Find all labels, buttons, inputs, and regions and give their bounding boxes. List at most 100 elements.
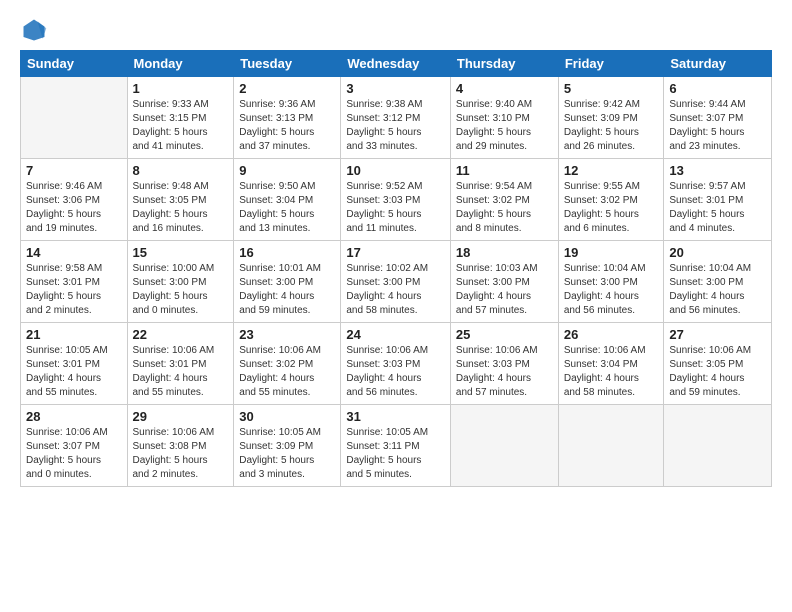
day-number: 27 xyxy=(669,327,766,342)
day-info: Sunrise: 9:52 AM Sunset: 3:03 PM Dayligh… xyxy=(346,180,445,236)
calendar-cell: 5 Sunrise: 9:42 AM Sunset: 3:09 PM Daylig… xyxy=(558,77,664,159)
day-number: 3 xyxy=(346,81,445,96)
day-number: 16 xyxy=(239,245,335,260)
logo-icon xyxy=(20,16,48,44)
calendar-cell xyxy=(664,405,772,487)
day-info: Sunrise: 10:05 AM Sunset: 3:01 PM Daylig… xyxy=(26,344,122,400)
calendar-cell: 12Sunrise: 9:55 AM Sunset: 3:02 PM Dayli… xyxy=(558,159,664,241)
calendar-cell xyxy=(558,405,664,487)
calendar-cell: 14Sunrise: 9:58 AM Sunset: 3:01 PM Dayli… xyxy=(21,241,128,323)
calendar-cell: 25Sunrise: 10:06 AM Sunset: 3:03 PM Dayl… xyxy=(450,323,558,405)
day-number: 8 xyxy=(133,163,229,178)
calendar-cell: 29 Sunrise: 10:06 AM Sunset: 3:08 PM Dayl… xyxy=(127,405,234,487)
day-info: Sunrise: 10:05 AM Sunset: 3:09 PM Daylig… xyxy=(239,426,335,482)
day-number: 25 xyxy=(456,327,553,342)
calendar-cell: 23 Sunrise: 10:06 AM Sunset: 3:02 PM Dayl… xyxy=(234,323,341,405)
calendar-header-thursday: Thursday xyxy=(450,51,558,77)
calendar-cell: 30 Sunrise: 10:05 AM Sunset: 3:09 PM Dayl… xyxy=(234,405,341,487)
calendar-cell: 26 Sunrise: 10:06 AM Sunset: 3:04 PM Dayl… xyxy=(558,323,664,405)
day-info: Sunrise: 9:54 AM Sunset: 3:02 PM Dayligh… xyxy=(456,180,553,236)
day-info: Sunrise: 9:42 AM Sunset: 3:09 PM Dayligh… xyxy=(564,98,659,154)
calendar-cell: 28Sunrise: 10:06 AM Sunset: 3:07 PM Dayl… xyxy=(21,405,128,487)
calendar-cell: 3 Sunrise: 9:38 AM Sunset: 3:12 PM Daylig… xyxy=(341,77,451,159)
day-info: Sunrise: 10:06 AM Sunset: 3:01 PM Daylig… xyxy=(133,344,229,400)
calendar-cell: 4Sunrise: 9:40 AM Sunset: 3:10 PM Daylig… xyxy=(450,77,558,159)
day-info: Sunrise: 9:58 AM Sunset: 3:01 PM Dayligh… xyxy=(26,262,122,318)
day-info: Sunrise: 10:03 AM Sunset: 3:00 PM Daylig… xyxy=(456,262,553,318)
logo xyxy=(20,16,52,44)
calendar-cell: 8 Sunrise: 9:48 AM Sunset: 3:05 PM Daylig… xyxy=(127,159,234,241)
calendar-cell: 15 Sunrise: 10:00 AM Sunset: 3:00 PM Dayl… xyxy=(127,241,234,323)
calendar-header-wednesday: Wednesday xyxy=(341,51,451,77)
calendar-header-tuesday: Tuesday xyxy=(234,51,341,77)
calendar-cell xyxy=(21,77,128,159)
calendar-cell: 13 Sunrise: 9:57 AM Sunset: 3:01 PM Dayli… xyxy=(664,159,772,241)
calendar-cell: 11 Sunrise: 9:54 AM Sunset: 3:02 PM Dayli… xyxy=(450,159,558,241)
calendar-cell: 21 Sunrise: 10:05 AM Sunset: 3:01 PM Dayl… xyxy=(21,323,128,405)
calendar-cell: 10 Sunrise: 9:52 AM Sunset: 3:03 PM Dayli… xyxy=(341,159,451,241)
day-number: 20 xyxy=(669,245,766,260)
day-number: 22 xyxy=(133,327,229,342)
calendar-cell: 17 Sunrise: 10:02 AM Sunset: 3:00 PM Dayl… xyxy=(341,241,451,323)
day-number: 4 xyxy=(456,81,553,96)
calendar-cell: 27Sunrise: 10:06 AM Sunset: 3:05 PM Dayl… xyxy=(664,323,772,405)
day-info: Sunrise: 10:05 AM Sunset: 3:11 PM Daylig… xyxy=(346,426,445,482)
calendar-cell: 18 Sunrise: 10:03 AM Sunset: 3:00 PM Dayl… xyxy=(450,241,558,323)
calendar-header-friday: Friday xyxy=(558,51,664,77)
day-info: Sunrise: 9:55 AM Sunset: 3:02 PM Dayligh… xyxy=(564,180,659,236)
day-number: 15 xyxy=(133,245,229,260)
calendar-cell: 20 Sunrise: 10:04 AM Sunset: 3:00 PM Dayl… xyxy=(664,241,772,323)
calendar-header-monday: Monday xyxy=(127,51,234,77)
calendar-header-saturday: Saturday xyxy=(664,51,772,77)
day-info: Sunrise: 10:06 AM Sunset: 3:02 PM Daylig… xyxy=(239,344,335,400)
calendar-cell: 24 Sunrise: 10:06 AM Sunset: 3:03 PM Dayl… xyxy=(341,323,451,405)
day-number: 19 xyxy=(564,245,659,260)
day-info: Sunrise: 9:50 AM Sunset: 3:04 PM Dayligh… xyxy=(239,180,335,236)
day-number: 21 xyxy=(26,327,122,342)
day-info: Sunrise: 10:06 AM Sunset: 3:03 PM Daylig… xyxy=(346,344,445,400)
day-info: Sunrise: 9:44 AM Sunset: 3:07 PM Dayligh… xyxy=(669,98,766,154)
calendar: SundayMondayTuesdayWednesdayThursdayFrid… xyxy=(20,50,772,487)
calendar-week-2: 7 Sunrise: 9:46 AM Sunset: 3:06 PM Daylig… xyxy=(21,159,772,241)
day-number: 30 xyxy=(239,409,335,424)
calendar-cell: 19Sunrise: 10:04 AM Sunset: 3:00 PM Dayl… xyxy=(558,241,664,323)
day-info: Sunrise: 9:48 AM Sunset: 3:05 PM Dayligh… xyxy=(133,180,229,236)
day-number: 23 xyxy=(239,327,335,342)
day-number: 26 xyxy=(564,327,659,342)
day-info: Sunrise: 9:57 AM Sunset: 3:01 PM Dayligh… xyxy=(669,180,766,236)
day-number: 5 xyxy=(564,81,659,96)
calendar-cell: 2Sunrise: 9:36 AM Sunset: 3:13 PM Daylig… xyxy=(234,77,341,159)
day-number: 29 xyxy=(133,409,229,424)
day-number: 24 xyxy=(346,327,445,342)
calendar-header-row: SundayMondayTuesdayWednesdayThursdayFrid… xyxy=(21,51,772,77)
day-info: Sunrise: 10:02 AM Sunset: 3:00 PM Daylig… xyxy=(346,262,445,318)
day-number: 2 xyxy=(239,81,335,96)
calendar-cell: 9 Sunrise: 9:50 AM Sunset: 3:04 PM Daylig… xyxy=(234,159,341,241)
calendar-cell: 31 Sunrise: 10:05 AM Sunset: 3:11 PM Dayl… xyxy=(341,405,451,487)
day-number: 17 xyxy=(346,245,445,260)
day-number: 18 xyxy=(456,245,553,260)
day-info: Sunrise: 9:46 AM Sunset: 3:06 PM Dayligh… xyxy=(26,180,122,236)
calendar-header-sunday: Sunday xyxy=(21,51,128,77)
day-number: 11 xyxy=(456,163,553,178)
day-number: 31 xyxy=(346,409,445,424)
day-number: 6 xyxy=(669,81,766,96)
calendar-cell: 16Sunrise: 10:01 AM Sunset: 3:00 PM Dayl… xyxy=(234,241,341,323)
day-info: Sunrise: 9:33 AM Sunset: 3:15 PM Dayligh… xyxy=(133,98,229,154)
day-number: 9 xyxy=(239,163,335,178)
day-info: Sunrise: 10:04 AM Sunset: 3:00 PM Daylig… xyxy=(669,262,766,318)
calendar-week-5: 28Sunrise: 10:06 AM Sunset: 3:07 PM Dayl… xyxy=(21,405,772,487)
calendar-week-4: 21 Sunrise: 10:05 AM Sunset: 3:01 PM Dayl… xyxy=(21,323,772,405)
header xyxy=(20,16,772,44)
day-info: Sunrise: 10:06 AM Sunset: 3:04 PM Daylig… xyxy=(564,344,659,400)
calendar-cell: 22 Sunrise: 10:06 AM Sunset: 3:01 PM Dayl… xyxy=(127,323,234,405)
day-info: Sunrise: 10:00 AM Sunset: 3:00 PM Daylig… xyxy=(133,262,229,318)
day-info: Sunrise: 10:06 AM Sunset: 3:08 PM Daylig… xyxy=(133,426,229,482)
day-info: Sunrise: 9:38 AM Sunset: 3:12 PM Dayligh… xyxy=(346,98,445,154)
day-number: 1 xyxy=(133,81,229,96)
day-info: Sunrise: 10:06 AM Sunset: 3:07 PM Daylig… xyxy=(26,426,122,482)
day-number: 10 xyxy=(346,163,445,178)
page: SundayMondayTuesdayWednesdayThursdayFrid… xyxy=(0,0,792,612)
day-number: 13 xyxy=(669,163,766,178)
day-number: 7 xyxy=(26,163,122,178)
